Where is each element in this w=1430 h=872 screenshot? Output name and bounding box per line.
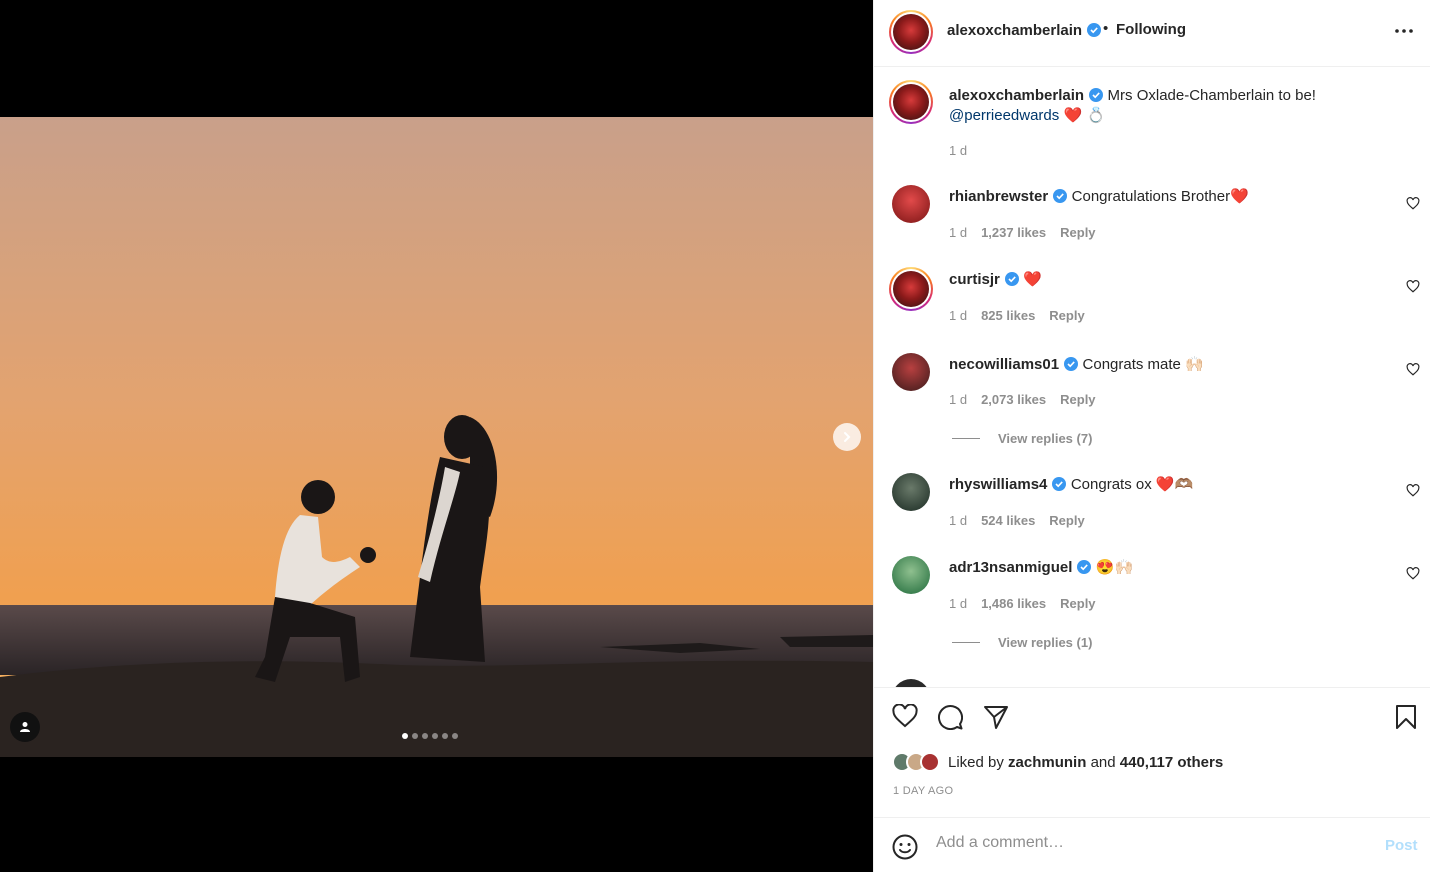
caption-emoji: ❤️ 💍 xyxy=(1063,107,1106,124)
commenter-avatar[interactable] xyxy=(892,473,930,511)
comment-time: 1 d xyxy=(949,513,968,528)
emoji-icon[interactable] xyxy=(892,834,918,860)
view-replies-button[interactable]: View replies (1) xyxy=(952,635,1092,650)
post-comment-button[interactable]: Post xyxy=(1385,837,1418,854)
comment-text: ❤️ xyxy=(1023,271,1042,288)
comment-likes[interactable]: 1,486 likes xyxy=(981,596,1046,611)
verified-badge-icon xyxy=(1053,189,1068,203)
caption-mention-link[interactable]: @perrieedwards xyxy=(949,107,1059,124)
reply-button[interactable]: Reply xyxy=(1049,513,1084,528)
comment-time: 1 d xyxy=(949,392,968,407)
carousel-indicator xyxy=(402,733,458,739)
comment-text: Congratulations Brother❤️ xyxy=(1071,188,1249,205)
like-icon[interactable] xyxy=(892,704,918,728)
more-options-icon[interactable] xyxy=(1394,28,1414,34)
post-side-panel: alexoxchamberlain • Following alexoxcham… xyxy=(873,0,1430,872)
post-timestamp[interactable]: 1 DAY AGO xyxy=(893,785,953,797)
user-icon xyxy=(20,722,30,732)
commenter-avatar[interactable] xyxy=(892,353,930,391)
caption-text: Mrs Oxlade-Chamberlain to be! xyxy=(1107,87,1316,104)
commenter-avatar[interactable] xyxy=(892,556,930,594)
commenter-avatar[interactable] xyxy=(892,679,930,687)
like-comment-icon[interactable] xyxy=(1406,363,1420,376)
carousel-dot xyxy=(402,733,408,739)
post-media xyxy=(0,0,873,872)
post-header: alexoxchamberlain • Following xyxy=(874,0,1430,67)
author-username[interactable]: alexoxchamberlain xyxy=(947,22,1102,39)
comment-likes[interactable]: 1,237 likes xyxy=(981,225,1046,240)
liked-by-user-link[interactable]: zachmunin xyxy=(1008,754,1086,771)
carousel-dot xyxy=(442,733,448,739)
carousel-dot xyxy=(452,733,458,739)
reply-button[interactable]: Reply xyxy=(1049,308,1084,323)
carousel-dot xyxy=(432,733,438,739)
share-icon[interactable] xyxy=(983,704,1009,730)
comment-likes[interactable]: 2,073 likes xyxy=(981,392,1046,407)
comment-username[interactable]: rhyswilliams4 xyxy=(949,476,1047,493)
comment-time: 1 d xyxy=(949,596,968,611)
comment-username[interactable]: adr13nsanmiguel xyxy=(949,559,1072,576)
like-comment-icon[interactable] xyxy=(1406,567,1420,580)
commenter-avatar[interactable] xyxy=(892,185,930,223)
post-photo xyxy=(0,117,873,757)
verified-badge-icon xyxy=(1064,357,1079,371)
comment-username[interactable]: necowilliams01 xyxy=(949,356,1059,373)
post-actions: Liked by zachmunin and 440,117 others 1 … xyxy=(874,687,1430,817)
like-comment-icon[interactable] xyxy=(1406,280,1420,293)
author-avatar[interactable] xyxy=(889,10,933,54)
comment-text: Congrats mate 🙌🏻 xyxy=(1082,356,1204,373)
liked-by-summary: Liked by zachmunin and 440,117 others xyxy=(892,752,1223,772)
comments-list[interactable]: alexoxchamberlain Mrs Oxlade-Chamberlain… xyxy=(874,67,1430,687)
comment-text: 😍🙌🏻 xyxy=(1095,559,1134,576)
tagged-users-button[interactable] xyxy=(10,712,40,742)
caption-avatar[interactable] xyxy=(889,80,933,124)
reply-button[interactable]: Reply xyxy=(1060,225,1095,240)
header-separator: • xyxy=(1103,20,1109,37)
carousel-dot xyxy=(412,733,418,739)
liker-avatar[interactable] xyxy=(920,752,940,772)
verified-badge-icon xyxy=(1087,23,1102,37)
verified-badge-icon xyxy=(1089,88,1104,102)
likes-count-link[interactable]: 440,117 others xyxy=(1120,754,1223,771)
comment-icon[interactable] xyxy=(937,704,963,730)
reply-button[interactable]: Reply xyxy=(1060,392,1095,407)
liked-by-and: and xyxy=(1090,753,1116,771)
like-comment-icon[interactable] xyxy=(1406,197,1420,210)
verified-badge-icon xyxy=(1004,272,1019,286)
following-button[interactable]: Following xyxy=(1116,21,1186,38)
add-comment-bar: Post xyxy=(874,817,1430,872)
view-replies-button[interactable]: View replies (7) xyxy=(952,431,1092,446)
save-bookmark-icon[interactable] xyxy=(1395,704,1417,730)
commenter-avatar[interactable] xyxy=(889,267,933,311)
like-comment-icon[interactable] xyxy=(1406,484,1420,497)
comment-time: 1 d xyxy=(949,308,968,323)
comment-likes[interactable]: 825 likes xyxy=(981,308,1035,323)
caption-username[interactable]: alexoxchamberlain xyxy=(949,87,1084,104)
carousel-dot xyxy=(422,733,428,739)
comment-likes[interactable]: 524 likes xyxy=(981,513,1035,528)
comment-username[interactable]: curtisjr xyxy=(949,271,1000,288)
comment-input[interactable] xyxy=(936,834,1356,852)
caption-time: 1 d xyxy=(949,143,968,158)
verified-badge-icon xyxy=(1077,560,1092,574)
comment-text: Congrats ox ❤️🫶🏽 xyxy=(1070,476,1194,493)
comment-time: 1 d xyxy=(949,225,968,240)
liked-by-label: Liked by xyxy=(948,753,1004,771)
comment-username[interactable]: rhianbrewster xyxy=(949,188,1048,205)
next-photo-button[interactable] xyxy=(833,423,861,451)
reply-button[interactable]: Reply xyxy=(1060,596,1095,611)
verified-badge-icon xyxy=(1052,477,1067,491)
chevron-right-icon xyxy=(844,432,851,442)
